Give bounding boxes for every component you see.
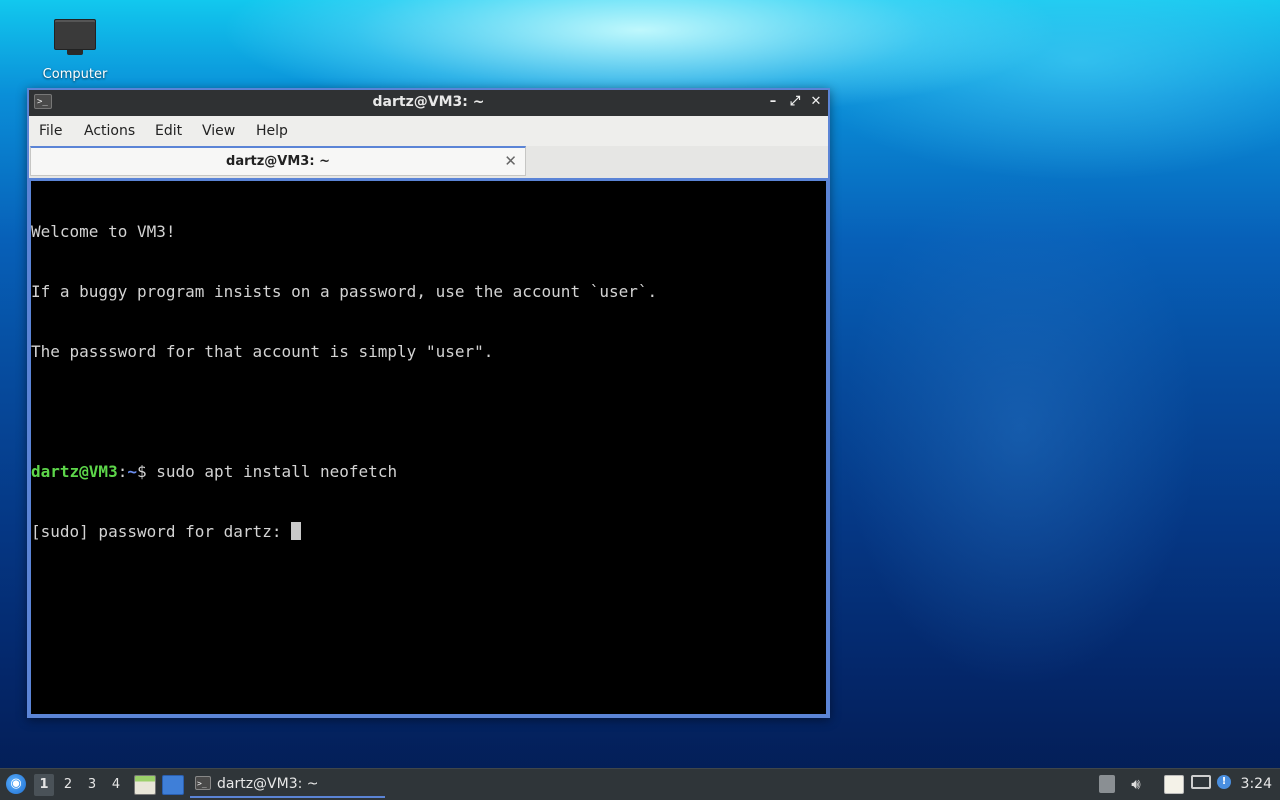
menu-actions[interactable]: Actions [84, 123, 135, 139]
text-cursor [291, 522, 302, 540]
network-icon[interactable] [1191, 775, 1211, 789]
volume-icon[interactable]: 🔊︎ [1126, 775, 1146, 795]
terminal-output[interactable]: Welcome to VM3! If a buggy program insis… [31, 181, 826, 714]
terminal-icon: >_ [195, 776, 211, 790]
workspace-3[interactable]: 3 [82, 774, 102, 796]
terminal-line: The passsword for that account is simply… [31, 342, 494, 361]
workspace-2[interactable]: 2 [58, 774, 78, 796]
desktop-icon-label: Computer [42, 67, 108, 82]
tab-close-icon[interactable]: ✕ [504, 152, 517, 170]
workspace-1[interactable]: 1 [34, 774, 54, 796]
taskbar-task-terminal[interactable]: >_ dartz@VM3: ~ [190, 772, 385, 798]
show-desktop-icon[interactable] [162, 775, 184, 795]
file-manager-icon[interactable] [134, 775, 156, 795]
terminal-sudo-line: [sudo] password for dartz: [31, 522, 826, 542]
notification-icon[interactable]: ! [1217, 775, 1231, 789]
desktop-icon-computer[interactable]: Computer [36, 16, 114, 82]
maximize-button[interactable]: ⤢ [786, 93, 804, 111]
clock[interactable]: 3:24 [1241, 776, 1272, 792]
sudo-password-prompt: [sudo] password for dartz: [31, 522, 292, 541]
tab-title: dartz@VM3: ~ [226, 154, 330, 169]
terminal-window: >_ dartz@VM3: ~ – ⤢ ✕ File Actions Edit … [27, 88, 830, 718]
close-button[interactable]: ✕ [807, 93, 825, 111]
prompt-separator: : [117, 462, 128, 481]
menu-edit[interactable]: Edit [155, 123, 182, 139]
clipboard-icon[interactable] [1164, 775, 1184, 794]
window-title: dartz@VM3: ~ [372, 94, 485, 110]
workspace-4[interactable]: 4 [106, 774, 126, 796]
menu-bar: File Actions Edit View Help [29, 116, 828, 146]
minimize-button[interactable]: – [764, 93, 782, 111]
terminal-command: sudo apt install neofetch [146, 462, 398, 481]
tab-terminal[interactable]: dartz@VM3: ~ ✕ [30, 146, 526, 176]
prompt-user: dartz@VM3 [31, 462, 118, 481]
terminal-line: Welcome to VM3! [31, 222, 176, 241]
tab-bar: dartz@VM3: ~ ✕ [29, 146, 828, 178]
task-label: dartz@VM3: ~ [217, 776, 319, 792]
window-titlebar[interactable]: >_ dartz@VM3: ~ – ⤢ ✕ [29, 90, 828, 116]
eject-icon[interactable] [1099, 775, 1115, 793]
menu-help[interactable]: Help [256, 123, 288, 139]
terminal-prompt-line: dartz@VM3:~$ sudo apt install neofetch [31, 462, 826, 482]
menu-view[interactable]: View [202, 123, 235, 139]
taskbar: ◉ 1 2 3 4 >_ dartz@VM3: ~ 🔊︎ ! 3:24 [0, 768, 1280, 800]
menu-file[interactable]: File [39, 123, 62, 139]
terminal-line: If a buggy program insists on a password… [31, 282, 658, 301]
computer-icon [36, 19, 114, 55]
prompt-symbol: $ [136, 462, 147, 481]
prompt-path: ~ [127, 462, 137, 481]
start-menu-icon[interactable]: ◉ [6, 774, 26, 794]
